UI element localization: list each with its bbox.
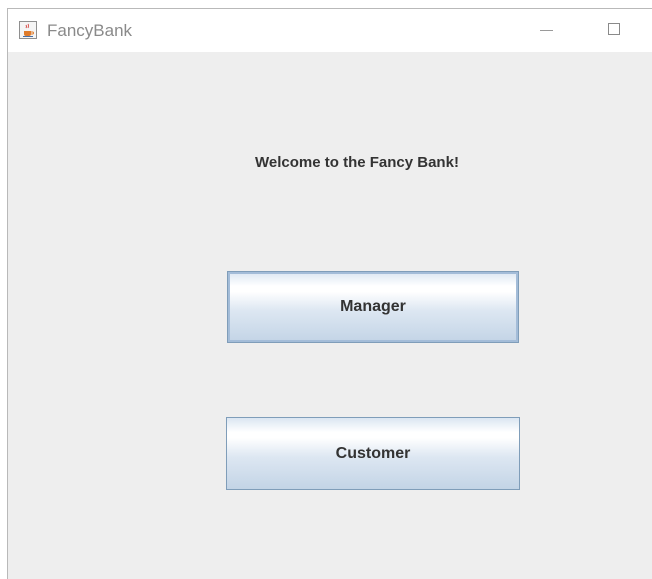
java-cup-icon <box>19 21 37 39</box>
maximize-icon <box>608 23 620 35</box>
customer-button[interactable]: Customer <box>226 417 520 490</box>
app-window: FancyBank Welcome to the Fancy Bank! Man… <box>7 8 652 579</box>
maximize-button[interactable] <box>592 9 638 52</box>
minimize-icon <box>540 30 553 31</box>
welcome-label: Welcome to the Fancy Bank! <box>255 154 459 171</box>
title-bar[interactable]: FancyBank <box>8 9 652 52</box>
content-panel: Welcome to the Fancy Bank! Manager Custo… <box>8 52 652 579</box>
window-title: FancyBank <box>47 21 133 40</box>
manager-button[interactable]: Manager <box>227 271 519 343</box>
minimize-button[interactable] <box>524 9 570 52</box>
